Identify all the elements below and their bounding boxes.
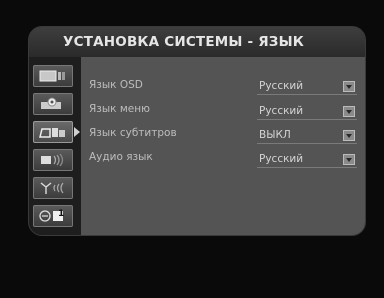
subtitle-language-label: Язык субтитров [89,127,177,139]
sidebar-item-tv[interactable] [33,65,73,87]
osd-language-label: Язык OSD [89,79,143,91]
audio-language-value: Русский [259,153,304,165]
chevron-down-icon[interactable] [343,106,355,117]
audio-language-dropdown[interactable]: Русский [257,152,357,168]
sidebar-item-timer[interactable]: 1 [33,205,73,227]
sidebar-item-antenna[interactable] [33,177,73,199]
sidebar-item-video[interactable] [33,93,73,115]
osd-language-value: Русский [259,80,304,92]
sidebar: 1 [29,57,81,235]
subtitle-language-value: ВЫКЛ [259,129,291,141]
sidebar-item-language[interactable] [33,121,73,143]
chevron-down-icon[interactable] [343,154,355,165]
settings-panel: УСТАНОВКА СИСТЕМЫ - ЯЗЫК 1 Язык OSD Русс… [28,26,366,236]
tv-icon [39,70,65,82]
chevron-down-icon[interactable] [343,81,355,92]
sidebar-item-audio[interactable] [33,149,73,171]
menu-language-dropdown[interactable]: Русский [257,104,357,120]
speaker-icon [41,153,64,167]
language-icon [39,128,65,138]
chevron-down-icon[interactable] [343,130,355,141]
menu-language-label: Язык меню [89,103,150,115]
video-icon [41,97,61,109]
settings-content: Язык OSD Русский Язык меню Русский Язык … [81,57,365,235]
panel-header: УСТАНОВКА СИСТЕМЫ - ЯЗЫК [29,27,365,57]
subtitle-language-dropdown[interactable]: ВЫКЛ [257,128,357,144]
audio-language-label: Аудио язык [89,151,153,163]
antenna-icon [40,182,64,194]
page-title: УСТАНОВКА СИСТЕМЫ - ЯЗЫК [63,34,304,50]
osd-language-dropdown[interactable]: Русский [257,79,357,95]
timer-badge: 1 [58,209,65,219]
menu-language-value: Русский [259,105,304,117]
active-indicator-arrow-icon [74,127,80,137]
